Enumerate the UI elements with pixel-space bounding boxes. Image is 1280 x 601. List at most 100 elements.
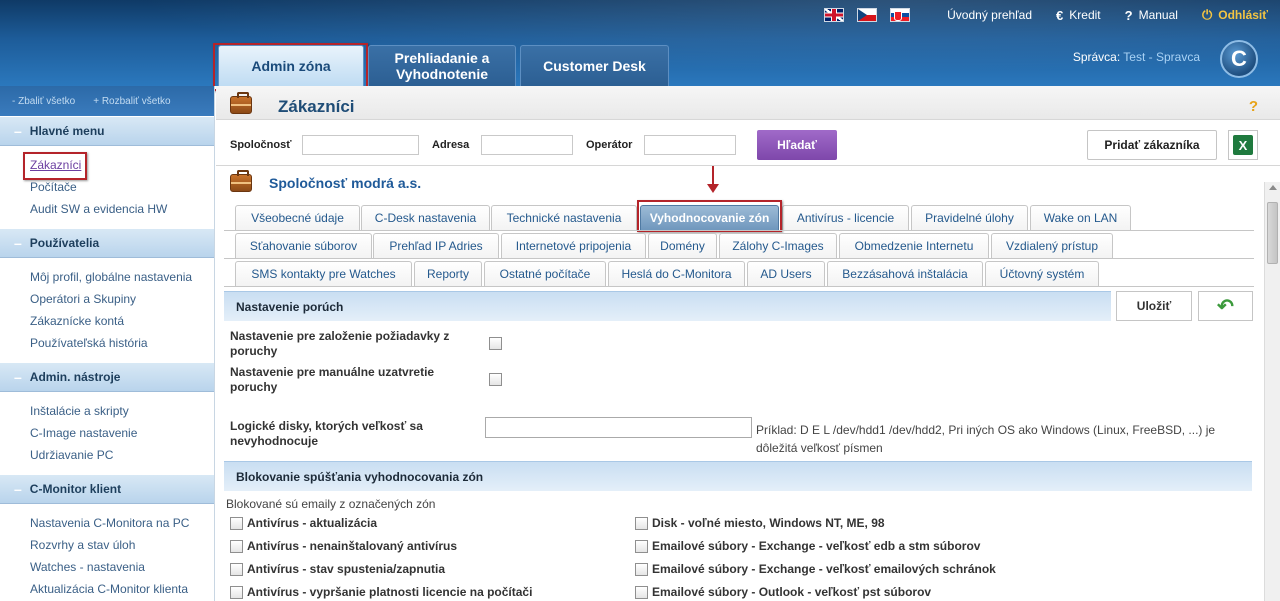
sidebar-item-customer-accounts[interactable]: Zákaznícke kontá <box>30 310 214 332</box>
excluded-disks-label: Logické disky, ktorých veľkosť sa nevyho… <box>230 419 423 448</box>
scroll-up-icon[interactable] <box>1269 185 1277 190</box>
slovak-flag-icon[interactable] <box>890 8 911 22</box>
check-disk-free-space[interactable]: Disk - voľné miesto, Windows NT, ME, 98 <box>635 516 885 530</box>
save-button[interactable]: Uložiť <box>1116 291 1192 321</box>
search-button[interactable]: Hľadať <box>757 130 837 160</box>
sidebar-item-user-history[interactable]: Používateľská história <box>30 332 214 354</box>
top-navigation: Úvodný prehľad € Kredit ? Manual ⏻ Odhlásiť <box>824 7 1280 23</box>
manual-link[interactable]: ? Manual <box>1125 8 1178 23</box>
tab-customer-desk[interactable]: Customer Desk <box>520 45 669 86</box>
check-exchange-edb-size[interactable]: Emailové súbory - Exchange - veľkosť edb… <box>635 539 980 553</box>
tab-domains[interactable]: Domény <box>648 233 717 258</box>
english-flag-icon[interactable] <box>824 8 845 22</box>
excel-icon: X <box>1233 135 1253 155</box>
section-block-evaluation: Blokovanie spúšťania vyhodnocovania zón <box>224 461 1252 491</box>
check-antivirus-license-expiry[interactable]: Antivírus - vypršanie platnosti licencie… <box>230 585 532 599</box>
tab-reports[interactable]: Reporty <box>414 261 482 286</box>
tab-ad-users[interactable]: AD Users <box>747 261 825 286</box>
back-button[interactable]: ↶ <box>1198 291 1253 321</box>
czech-flag-icon[interactable] <box>857 8 878 22</box>
check-outlook-pst-size[interactable]: Emailové súbory - Outlook - veľkosť pst … <box>635 585 931 599</box>
sidebar-item-audit[interactable]: Audit SW a evidencia HW <box>30 198 214 220</box>
scrollbar-thumb[interactable] <box>1267 202 1278 264</box>
check-exchange-mailbox-size[interactable]: Emailové súbory - Exchange - veľkosť ema… <box>635 562 996 576</box>
tab-browsing-evaluation[interactable]: Prehliadanie a Vyhodnotenie <box>368 45 516 86</box>
sidebar-group-users[interactable]: – Používatelia <box>0 228 214 258</box>
customer-detail-pane: Spoločnosť modrá a.s. Všeobecné údaje C-… <box>216 165 1280 601</box>
sidebar-item-operators[interactable]: Operátori a Skupiny <box>30 288 214 310</box>
add-customer-button[interactable]: Pridať zákazníka <box>1087 130 1217 160</box>
excluded-disks-input[interactable] <box>485 417 752 438</box>
tab-internet-restriction[interactable]: Obmedzenie Internetu <box>839 233 989 258</box>
excel-export-button[interactable]: X <box>1228 130 1258 160</box>
section-failure-settings: Nastavenie porúch <box>224 291 1111 321</box>
page-header: Zákazníci ? <box>216 86 1280 120</box>
vertical-scrollbar[interactable] <box>1264 182 1280 601</box>
sidebar-item-pc-maintenance[interactable]: Udržiavanie PC <box>30 444 214 466</box>
sidebar-group-admin-tools[interactable]: – Admin. nástroje <box>0 362 214 392</box>
tab-accounting-system[interactable]: Účtovný systém <box>985 261 1099 286</box>
sidebar-item-my-profile[interactable]: Môj profil, globálne nastavenia <box>30 266 214 288</box>
tab-ip-addresses[interactable]: Prehľad IP Adries <box>373 233 499 258</box>
annotation-arrow-icon <box>707 166 719 193</box>
tab-scheduled-tasks[interactable]: Pravidelné úlohy <box>911 205 1028 230</box>
tab-silent-installation[interactable]: Bezzásahová inštalácia <box>827 261 983 286</box>
tab-c-images-backups[interactable]: Zálohy C-Images <box>719 233 837 258</box>
request-failure-checkbox[interactable] <box>489 337 502 350</box>
collapse-all-link[interactable]: - Zbaliť všetko <box>12 96 75 107</box>
sidebar-item-c-monitor-settings[interactable]: Nastavenia C-Monitora na PC <box>30 512 214 534</box>
manual-close-label: Nastavenie pre manuálne uzatvretie poruc… <box>230 365 435 394</box>
sidebar-item-installations[interactable]: Inštalácie a skripty <box>30 400 214 422</box>
sidebar-item-schedules[interactable]: Rozvrhy a stav úloh <box>30 534 214 556</box>
collapse-icon: – <box>14 123 22 139</box>
tab-technical[interactable]: Technické nastavenia <box>491 205 637 230</box>
check-antivirus-update[interactable]: Antivírus - aktualizácia <box>230 516 377 530</box>
operator-search-input[interactable] <box>644 135 736 155</box>
sidebar-item-client-update[interactable]: Aktualizácia C-Monitor klienta <box>30 578 214 600</box>
operator-label: Operátor <box>586 139 633 151</box>
page-title: Zákazníci <box>278 97 355 116</box>
briefcase-icon <box>230 170 252 192</box>
sidebar-item-watches[interactable]: Watches - nastavenia <box>30 556 214 578</box>
collapse-icon: – <box>14 481 22 497</box>
tab-remote-access[interactable]: Vzdialený prístup <box>991 233 1113 258</box>
expand-all-link[interactable]: + Rozbaliť všetko <box>93 96 170 107</box>
question-icon: ? <box>1124 7 1133 23</box>
tab-c-monitor-passwords[interactable]: Heslá do C-Monitora <box>608 261 745 286</box>
check-antivirus-status[interactable]: Antivírus - stav spustenia/zapnutia <box>230 562 445 576</box>
briefcase-icon <box>230 92 252 114</box>
sidebar-item-c-image[interactable]: C-Image nastavenie <box>30 422 214 444</box>
tab-file-downloads[interactable]: Sťahovanie súborov <box>235 233 372 258</box>
supervisor-info: Správca: Test - Spravca <box>1072 50 1200 64</box>
highlight-box <box>213 43 368 91</box>
tab-wake-on-lan[interactable]: Wake on LAN <box>1030 205 1131 230</box>
tab-antivirus-licenses[interactable]: Antivírus - licencie <box>782 205 909 230</box>
tab-c-desk[interactable]: C-Desk nastavenia <box>361 205 490 230</box>
address-label: Adresa <box>432 139 470 151</box>
euro-icon: € <box>1056 7 1064 23</box>
highlight-box <box>23 152 87 180</box>
manual-close-checkbox[interactable] <box>489 373 502 386</box>
request-failure-label: Nastavenie pre založenie požiadavky z po… <box>230 329 450 358</box>
address-search-input[interactable] <box>481 135 573 155</box>
company-name: Spoločnosť modrá a.s. <box>269 175 422 191</box>
logout-link[interactable]: ⏻ Odhlásiť <box>1202 7 1268 23</box>
company-search-input[interactable] <box>302 135 419 155</box>
tab-internet-connections[interactable]: Internetové pripojenia <box>501 233 646 258</box>
company-label: Spoločnosť <box>230 139 292 151</box>
sidebar-group-c-monitor-client[interactable]: – C-Monitor klient <box>0 474 214 504</box>
collapse-icon: – <box>14 235 22 251</box>
credit-link[interactable]: € Kredit <box>1056 8 1101 23</box>
tab-sms-contacts[interactable]: SMS kontakty pre Watches <box>235 261 412 286</box>
help-icon[interactable]: ? <box>1249 98 1258 115</box>
highlight-box <box>637 200 782 232</box>
check-antivirus-not-installed[interactable]: Antivírus - nenainštalovaný antivírus <box>230 539 457 553</box>
tab-other-computers[interactable]: Ostatné počítače <box>484 261 606 286</box>
sidebar-group-main-menu[interactable]: – Hlavné menu <box>0 116 214 146</box>
collapse-icon: – <box>14 369 22 385</box>
blocked-emails-note: Blokované sú emaily z označených zón <box>226 497 436 511</box>
power-icon: ⏻ <box>1201 7 1213 22</box>
supervisor-name[interactable]: Test - Spravca <box>1123 50 1200 64</box>
tab-general[interactable]: Všeobecné údaje <box>235 205 360 230</box>
overview-link[interactable]: Úvodný prehľad <box>947 8 1032 22</box>
